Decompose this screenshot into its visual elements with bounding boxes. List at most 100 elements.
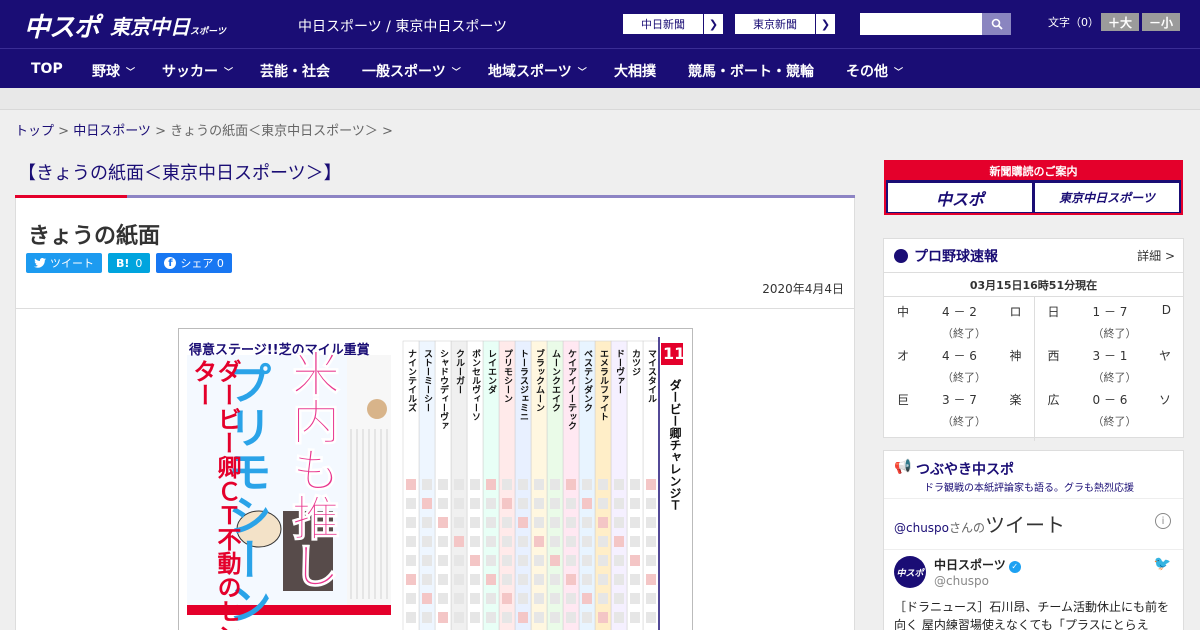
racecard-cell: [534, 555, 544, 566]
nav-regional-sports[interactable]: 地域スポーツ ﹀: [488, 61, 587, 81]
info-icon[interactable]: i: [1155, 513, 1171, 529]
racecard-cell: [454, 574, 464, 585]
tokyo-shimbun-label: 東京新聞: [753, 18, 797, 31]
tweet-text: ［ドラニュース］石川昂、チーム活動休止にも前を向く 屋内練習場使えなくても「プラ…: [894, 600, 1170, 630]
chevron-down-icon: ﹀: [577, 68, 587, 78]
nav-entertainment[interactable]: 芸能・社会: [260, 61, 330, 81]
racecard-cell: [646, 498, 656, 509]
racecard-cell: [406, 517, 416, 528]
racecard-cell: [518, 536, 528, 547]
racecard-cell: [566, 612, 576, 623]
search-button[interactable]: [982, 13, 1011, 35]
game-score[interactable]: 広 0 － 6 ソ （終了）: [1035, 391, 1184, 435]
racecard-cell: [486, 498, 496, 509]
racecard-cell: [582, 555, 592, 566]
racecard-cell: [646, 593, 656, 604]
horse-name: クルーガー: [454, 349, 464, 394]
font-larger-button[interactable]: ＋大: [1101, 13, 1139, 31]
article-card: きょうの紙面 ツイート B! 0 f シェア 0 2020年4月4日 得意ステー…: [15, 198, 855, 630]
newspaper-side-headline: ダービー卿ＣＴ不動のセンター: [189, 359, 241, 630]
racecard-cell: [550, 593, 560, 604]
game-home: オ: [897, 349, 910, 363]
tweet-item[interactable]: 中スポ 中日スポーツ ✓ @chuspo 🐦 ［ドラニュース］石川昂、チーム活動休…: [884, 549, 1183, 630]
racecard-cell: [470, 517, 480, 528]
font-smaller-button[interactable]: －小: [1142, 13, 1180, 31]
racecard-cell: [470, 574, 480, 585]
racecard-cell: [550, 555, 560, 566]
racecard-cell: [518, 593, 528, 604]
tweet-account-name[interactable]: 中日スポーツ ✓: [934, 556, 1021, 573]
horse-name: ストーミーシー: [422, 349, 432, 412]
racecard-cell: [582, 479, 592, 490]
tokyo-chunichi-logo[interactable]: 東京中日スポーツ: [110, 11, 226, 40]
game-score[interactable]: 西 3 － 1 ヤ （終了）: [1035, 347, 1184, 391]
racecard-cell: [582, 612, 592, 623]
subscription-banner[interactable]: 新聞購読のご案内 中スポ 東京中日スポーツ: [884, 160, 1183, 215]
chevron-down-icon: ﹀: [126, 68, 136, 78]
megaphone-icon: 📢: [894, 459, 912, 475]
twitter-handle-link[interactable]: @chuspo: [894, 521, 949, 535]
racecard-cell: [582, 517, 592, 528]
racecard-cell: [534, 612, 544, 623]
racecard-cell: [534, 574, 544, 585]
nav-general-sports[interactable]: 一般スポーツ ﹀: [362, 61, 461, 81]
game-score[interactable]: 巨 3 － 7 楽 （終了）: [884, 391, 1034, 435]
game-score[interactable]: オ 4 － 6 神 （終了）: [884, 347, 1034, 391]
share-count: 0: [216, 256, 224, 270]
facebook-share-button[interactable]: f シェア 0: [156, 253, 232, 273]
racecard-cell: [422, 536, 432, 547]
racecard-cell: [550, 612, 560, 623]
baseball-timestamp: 03月15日16時51分現在: [884, 273, 1183, 297]
baseball-more-link[interactable]: 詳細 >: [1137, 247, 1175, 264]
chuspo-logo[interactable]: 中スポ: [24, 7, 100, 44]
baseball-icon: [894, 248, 908, 263]
chevron-right-icon: ❯: [815, 14, 835, 34]
racecard-cell: [422, 612, 432, 623]
baseball-title: プロ野球速報: [914, 248, 998, 265]
game-score: 0 － 6: [1092, 393, 1128, 407]
nav-other[interactable]: その他 ﹀: [846, 61, 903, 81]
twitter-bird-icon[interactable]: 🐦: [1154, 556, 1171, 572]
nav-racing[interactable]: 競馬・ボート・競輪: [688, 61, 814, 81]
twitter-widget: 📢 つぶやき中スポ ドラ観戦の本紙評論家も語る。グラも熱烈応援 @chuspoさ…: [883, 450, 1184, 630]
racecard-cell: [502, 555, 512, 566]
tokyo-shimbun-button[interactable]: 東京新聞 ❯: [734, 13, 836, 35]
tweet-account-label: 中日スポーツ: [934, 558, 1006, 572]
newspaper-front-page[interactable]: 得意ステージ!!芝のマイル重賞 米内も推し プリモシーン ダービー卿ＣＴ不動のセ…: [178, 328, 693, 630]
horse-name: エメラルファイト: [598, 349, 608, 421]
game-away: D: [1161, 303, 1171, 317]
subscription-title: 新聞購読のご案内: [886, 162, 1181, 180]
horse-name: ナインテイルズ: [406, 349, 416, 412]
nav-label: 一般スポーツ: [362, 64, 446, 80]
game-status: （終了）: [942, 415, 986, 428]
breadcrumb-sep: >: [54, 124, 74, 139]
nav-baseball[interactable]: 野球 ﹀: [92, 61, 135, 81]
nav-sumo[interactable]: 大相撲: [614, 61, 656, 81]
racecard-cell: [598, 574, 608, 585]
tokyo-subscribe-logo[interactable]: 東京中日スポーツ: [1035, 183, 1179, 212]
game-score[interactable]: 中 4 － 2 ロ （終了）: [884, 303, 1034, 347]
chunichi-shimbun-button[interactable]: 中日新聞 ❯: [622, 13, 724, 35]
horse-name: ムーンクエイク: [550, 349, 560, 412]
racecard-cell: [486, 612, 496, 623]
racecard-cell: [598, 555, 608, 566]
avatar[interactable]: 中スポ: [894, 556, 926, 588]
horse-name: シャドウディーヴァ: [438, 349, 448, 430]
racecard-cell: [614, 612, 624, 623]
racecard-cell: [454, 536, 464, 547]
racecard-cell: [406, 498, 416, 509]
racecard-cell: [582, 536, 592, 547]
nav-soccer[interactable]: サッカー ﹀: [162, 61, 233, 81]
hatena-button[interactable]: B! 0: [108, 253, 151, 273]
nav-top[interactable]: TOP: [31, 61, 63, 77]
breadcrumb-section[interactable]: 中日スポーツ: [73, 124, 151, 139]
twitter-bird-icon: [34, 258, 46, 268]
chuspo-subscribe-logo[interactable]: 中スポ: [888, 183, 1032, 212]
breadcrumb-top[interactable]: トップ: [15, 124, 54, 139]
racecard-cell: [438, 536, 448, 547]
tweet-button[interactable]: ツイート: [26, 253, 102, 273]
race-name: ダービー卿チャレンジＴ: [668, 379, 682, 511]
verified-badge-icon: ✓: [1008, 561, 1021, 573]
search-input[interactable]: [860, 13, 982, 35]
game-score[interactable]: 日 1 － 7 D （終了）: [1035, 303, 1184, 347]
